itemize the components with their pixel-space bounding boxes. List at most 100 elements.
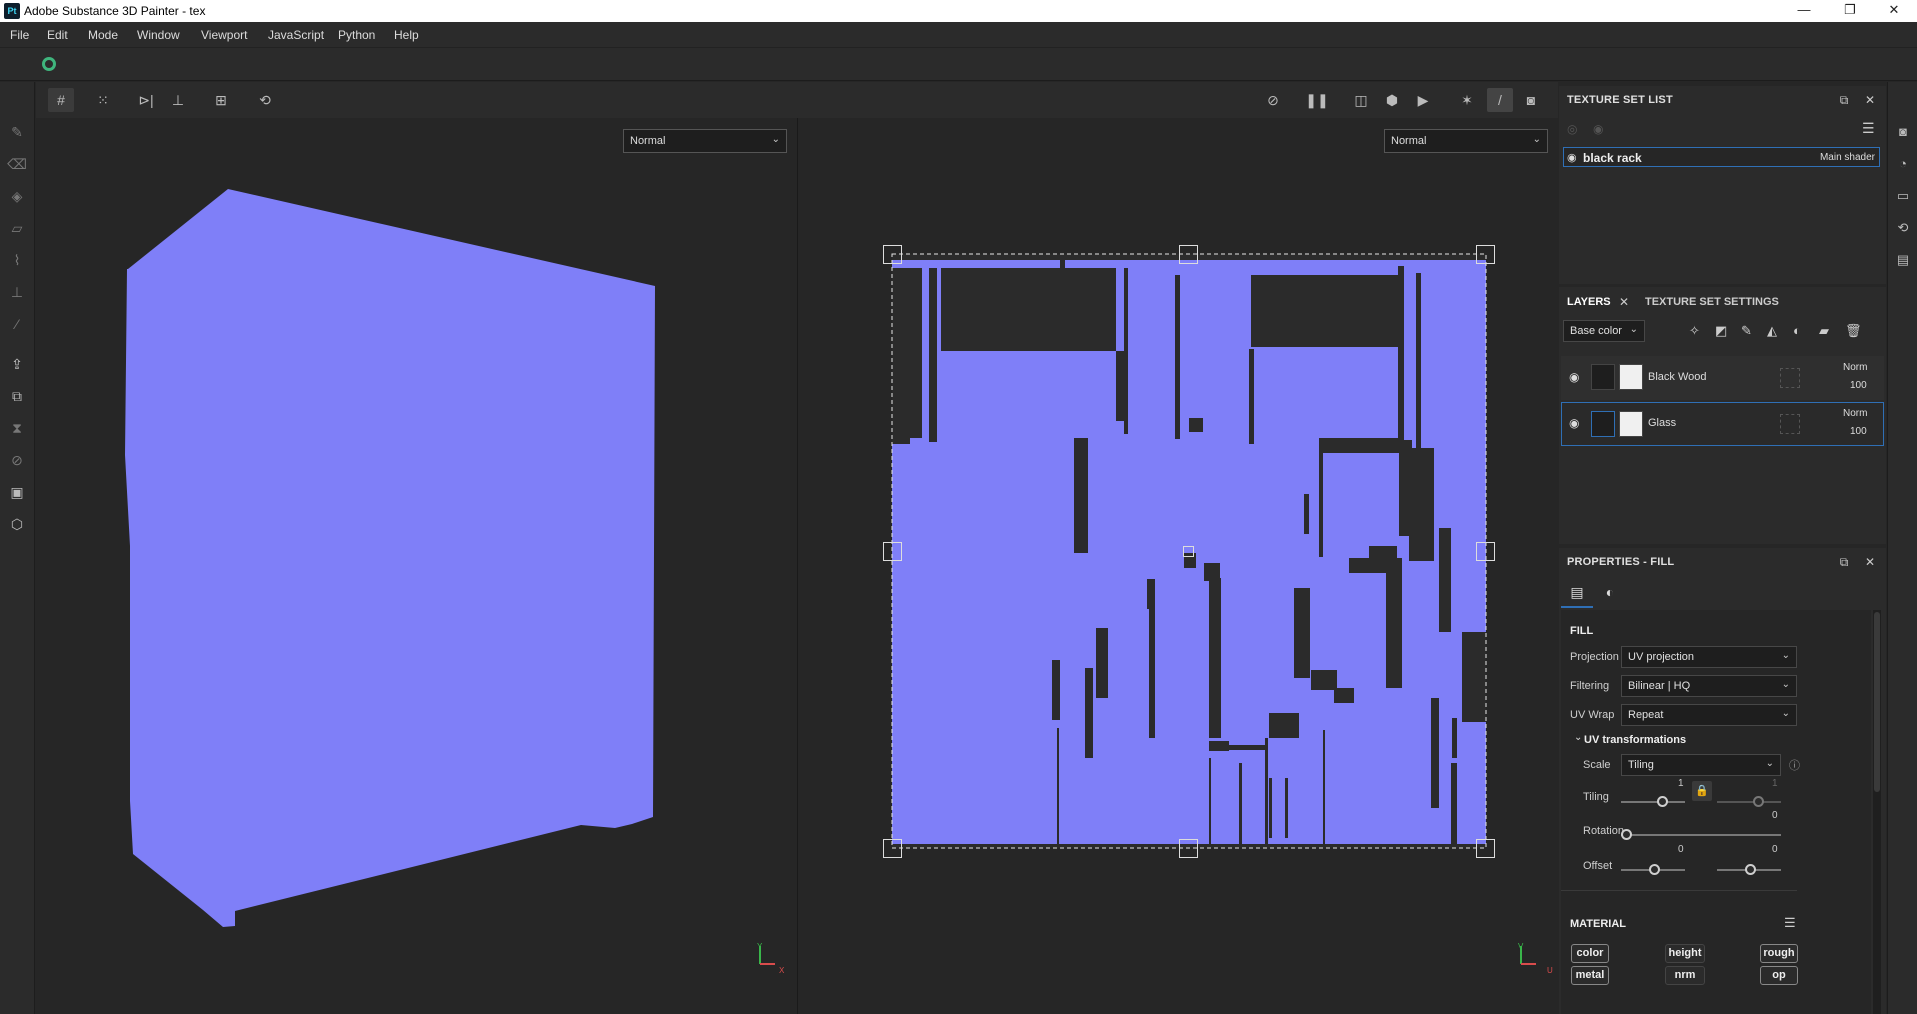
pause-icon[interactable]: ❚❚ bbox=[1304, 88, 1330, 112]
camera-icon[interactable]: ▶ bbox=[1410, 88, 1436, 112]
cabinet-mesh[interactable] bbox=[125, 189, 655, 927]
add-fill-layer-icon[interactable]: ◭ bbox=[1767, 323, 1777, 339]
transform-handle-br[interactable] bbox=[1476, 839, 1495, 858]
tiling-slider-1[interactable] bbox=[1621, 801, 1685, 803]
viewport-2d[interactable]: Normal ⌄ V U bbox=[799, 118, 1558, 1014]
color-picker-icon[interactable]: ⁄ bbox=[7, 314, 27, 334]
chevron-down-icon[interactable]: ⌄ bbox=[1574, 732, 1582, 743]
tile-grid-icon[interactable]: ⁙ bbox=[90, 88, 116, 112]
undock-icon[interactable]: ⧉ bbox=[1836, 554, 1852, 570]
add-paint-layer-icon[interactable]: ✎ bbox=[1741, 323, 1752, 339]
layer-name[interactable]: Glass bbox=[1648, 417, 1676, 429]
history-icon[interactable]: ⟲ bbox=[1895, 220, 1911, 236]
layer-blend-mode[interactable]: Norm bbox=[1843, 362, 1867, 373]
clone-stamp-icon[interactable]: ⊥ bbox=[7, 282, 27, 302]
maximize-button[interactable]: ❐ bbox=[1827, 0, 1873, 22]
hide-overlay-icon[interactable]: ⊘ bbox=[1260, 88, 1286, 112]
offset-slider-1-knob[interactable] bbox=[1649, 864, 1660, 875]
info-icon[interactable]: ⓘ bbox=[1789, 757, 1800, 773]
add-group-icon[interactable]: ▰ bbox=[1819, 323, 1829, 339]
display-settings-icon[interactable]: ◙ bbox=[1895, 124, 1911, 140]
material-tab-icon[interactable]: ◐ bbox=[1595, 578, 1625, 608]
offset-value-1[interactable]: 0 bbox=[1678, 844, 1684, 855]
close-window-button[interactable]: ✕ bbox=[1871, 0, 1917, 22]
polygon-fill-icon[interactable]: ▱ bbox=[7, 218, 27, 238]
tiling-slider-2[interactable] bbox=[1717, 801, 1781, 803]
tiling-value-1[interactable]: 1 bbox=[1678, 778, 1684, 789]
split-view-icon[interactable]: ◫ bbox=[1348, 88, 1374, 112]
channel-select[interactable]: Base color ⌄ bbox=[1563, 320, 1645, 342]
menu-viewport[interactable]: Viewport bbox=[201, 28, 247, 42]
tiling-value-2[interactable]: 1 bbox=[1772, 778, 1778, 789]
menu-help[interactable]: Help bbox=[394, 28, 419, 42]
uv-wrap-select[interactable]: Repeat ⌄ bbox=[1621, 704, 1797, 726]
menu-edit[interactable]: Edit bbox=[47, 28, 68, 42]
menu-window[interactable]: Window bbox=[137, 28, 180, 42]
texture-set-shader[interactable]: Main shader bbox=[1820, 152, 1875, 163]
tiling-slider-1-knob[interactable] bbox=[1657, 796, 1668, 807]
transform-handle-ml[interactable] bbox=[883, 542, 902, 561]
material-chip-rough[interactable]: rough bbox=[1760, 944, 1798, 963]
layer-mask-thumbnail[interactable] bbox=[1619, 411, 1643, 437]
shader-settings-icon[interactable]: ◔ bbox=[1895, 156, 1911, 172]
delete-icon[interactable]: 🗑 bbox=[1845, 323, 1862, 339]
projection-icon[interactable]: ◈ bbox=[7, 186, 27, 206]
bake-icon[interactable]: ⇪ bbox=[7, 354, 27, 374]
add-frame-icon[interactable]: ⊞ bbox=[208, 88, 234, 112]
properties-scrollbar[interactable] bbox=[1873, 610, 1881, 1014]
layer-name[interactable]: Black Wood bbox=[1648, 371, 1707, 383]
add-mask-icon[interactable]: ◩ bbox=[1715, 323, 1727, 339]
screenshot-icon[interactable]: ◙ bbox=[1518, 88, 1544, 112]
layer-opacity[interactable]: 100 bbox=[1850, 426, 1867, 437]
geometry-mask-icon[interactable]: ▣ bbox=[7, 482, 27, 502]
close-tab-icon[interactable]: ✕ bbox=[1619, 295, 1629, 309]
smudge-icon[interactable]: ⌇ bbox=[7, 250, 27, 270]
hide-all-icon[interactable]: ◎ bbox=[1567, 122, 1577, 136]
mesh-icon[interactable]: ⬡ bbox=[7, 514, 27, 534]
rotation-slider[interactable] bbox=[1621, 834, 1781, 836]
uv-transformations-title[interactable]: UV transformations bbox=[1584, 734, 1686, 746]
rotation-value[interactable]: 0 bbox=[1772, 810, 1778, 821]
transform-handle-tr[interactable] bbox=[1476, 245, 1495, 264]
mirror-vertical-icon[interactable]: ⊥ bbox=[165, 88, 191, 112]
visibility-eye-icon[interactable]: ◉ bbox=[1569, 416, 1579, 430]
add-effect-icon[interactable]: ✧ bbox=[1689, 323, 1700, 339]
tab-layers[interactable]: LAYERS bbox=[1567, 296, 1611, 308]
layer-mask-thumbnail[interactable] bbox=[1619, 364, 1643, 390]
uv-grid-icon[interactable]: # bbox=[48, 88, 74, 112]
material-chip-color[interactable]: color bbox=[1571, 944, 1609, 963]
texture-set-item[interactable]: ◉ black rack Main shader bbox=[1563, 147, 1880, 167]
material-chip-height[interactable]: height bbox=[1665, 944, 1705, 963]
transform-handle-tc[interactable] bbox=[1179, 245, 1198, 264]
material-picker-icon[interactable]: ⧉ bbox=[7, 386, 27, 406]
menu-file[interactable]: File bbox=[10, 28, 29, 42]
rotation-slider-knob[interactable] bbox=[1621, 829, 1632, 840]
paint-mode-icon[interactable]: / bbox=[1487, 88, 1513, 112]
menu-python[interactable]: Python bbox=[338, 28, 375, 42]
mirror-horizontal-icon[interactable]: ⊳| bbox=[133, 88, 159, 112]
offset-slider-2-knob[interactable] bbox=[1745, 864, 1756, 875]
tab-texture-set-settings[interactable]: TEXTURE SET SETTINGS bbox=[1645, 296, 1779, 308]
layer-blend-mode[interactable]: Norm bbox=[1843, 408, 1867, 419]
material-menu-icon[interactable]: ☰ bbox=[1784, 915, 1796, 931]
measure-icon[interactable]: ⊘ bbox=[7, 450, 27, 470]
viewer-settings-icon[interactable]: ▭ bbox=[1895, 188, 1911, 204]
offset-value-2[interactable]: 0 bbox=[1772, 844, 1778, 855]
history-icon[interactable]: ⟲ bbox=[252, 88, 278, 112]
hourglass-icon[interactable]: ⧗ bbox=[7, 418, 27, 438]
tiling-slider-2-knob[interactable] bbox=[1753, 796, 1764, 807]
close-icon[interactable]: ✕ bbox=[1862, 554, 1878, 570]
transform-handle-tl[interactable] bbox=[883, 245, 902, 264]
scale-select[interactable]: Tiling ⌄ bbox=[1621, 754, 1781, 776]
sync-status-icon[interactable] bbox=[42, 57, 56, 71]
log-icon[interactable]: ▤ bbox=[1895, 252, 1911, 268]
lock-icon[interactable]: 🔒 bbox=[1692, 781, 1712, 801]
add-smart-material-icon[interactable]: ◐ bbox=[1793, 323, 1801, 338]
layer-row-glass[interactable]: ◉ Glass Norm 100 bbox=[1561, 402, 1884, 446]
projection-select[interactable]: UV projection ⌄ bbox=[1621, 646, 1797, 668]
minimize-button[interactable]: — bbox=[1781, 0, 1827, 22]
menu-mode[interactable]: Mode bbox=[88, 28, 118, 42]
visibility-eye-icon[interactable]: ◉ bbox=[1567, 151, 1577, 164]
transform-handle-bl[interactable] bbox=[883, 839, 902, 858]
eraser-icon[interactable]: ⌫ bbox=[7, 154, 27, 174]
